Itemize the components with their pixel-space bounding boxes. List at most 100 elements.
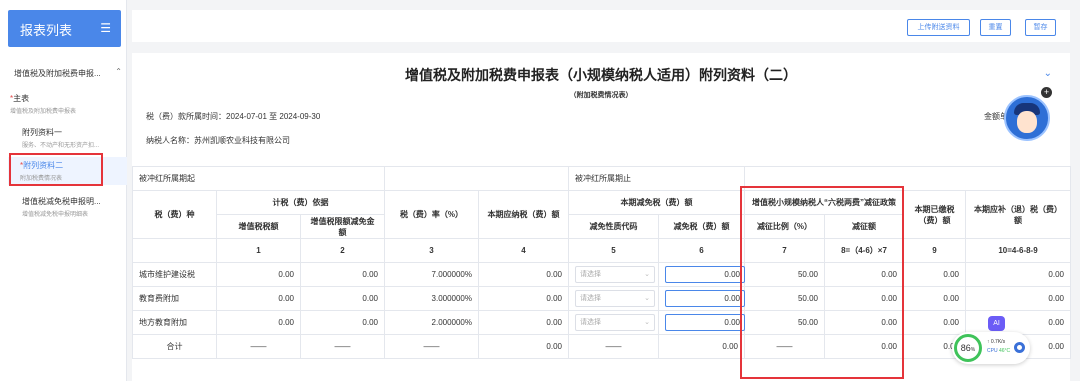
sidebar-item-sublabel: 服务、不动产和无形资产扣... xyxy=(22,143,100,149)
table-row: 教育费附加 0.00 0.00 3.000000% 0.00 请选择 ⌄ 0.00… xyxy=(132,286,1071,311)
payable-amount: 0.00 xyxy=(478,310,569,335)
header-relief: 本期减免税（费）额 xyxy=(568,190,745,215)
vat-amount: 0.00 xyxy=(216,262,301,287)
chevron-down-icon[interactable]: ⌄ xyxy=(1044,68,1052,79)
cpu-temp: 46°C xyxy=(998,348,1011,354)
header-tax-type: 税（费）种 xyxy=(132,190,217,239)
total-label: 合计 xyxy=(132,334,217,359)
tax-rate: 3.000000% xyxy=(384,286,479,311)
relief-amount-input[interactable]: 0.00 xyxy=(665,266,745,283)
upload-attachments-button[interactable]: 上传附送资料 xyxy=(907,19,970,36)
sidebar-item-sublabel: 增值税减免税申报明细表 xyxy=(22,212,89,218)
empty-dash: —— xyxy=(568,334,659,359)
plus-icon[interactable]: + xyxy=(1041,87,1052,98)
offset-start-label: 被冲红所属期起 xyxy=(132,166,385,191)
perf-unit: % xyxy=(970,347,976,353)
header-row-1: 税（费）种 计税（费）依据 税（费）率（%） 本期应纳税（费）额 本期减免税（费… xyxy=(132,190,1071,239)
ai-assistant-button[interactable]: AI xyxy=(988,316,1005,331)
mascot-face xyxy=(1017,111,1037,133)
col-number: 3 xyxy=(384,238,479,263)
relief-amount-input[interactable]: 0.00 xyxy=(665,314,745,331)
vat-deduct-amount: 0.00 xyxy=(300,262,385,287)
report-group-toggle[interactable]: 增值税及附加税费申报... ⌃ xyxy=(14,68,124,79)
surcharge-table: 被冲红所属期起 被冲红所属期止 税（费）种 计税（费）依据 税（费）率（%） 本… xyxy=(132,166,1071,359)
col-number: 9 xyxy=(903,238,966,263)
total-row: 合计 —— —— —— 0.00 —— 0.00 —— 0.00 0.00 0.… xyxy=(132,334,1071,359)
header-relief-amount: 减免税（费）额 xyxy=(658,214,745,239)
chevron-down-icon: ⌄ xyxy=(644,295,650,302)
empty-dash: —— xyxy=(384,334,479,359)
vat-amount: 0.00 xyxy=(216,310,301,335)
perf-value: 86 xyxy=(960,343,971,353)
header-rate: 税（费）率（%） xyxy=(384,190,479,239)
sidebar-item-attachment-1[interactable]: 附列资料一 服务、不动产和无形资产扣... xyxy=(10,127,122,149)
sidebar-item-sublabel: 增值税及附加税费申报表 xyxy=(10,109,77,115)
report-list-title: 报表列表 xyxy=(20,23,73,38)
empty-dash: —— xyxy=(216,334,301,359)
tax-type-name: 地方教育附加 xyxy=(132,310,217,335)
offset-end-label: 被冲红所属期止 xyxy=(568,166,745,191)
memory-usage-ring: 86% xyxy=(954,334,982,362)
due-amount: 0.00 xyxy=(965,286,1071,311)
form-title: 增值税及附加税费申报表（小规模纳税人适用）附列资料（二） xyxy=(405,67,797,83)
highlight-box-sidebar xyxy=(9,153,103,186)
table-row: 城市维护建设税 0.00 0.00 7.000000% 0.00 请选择 ⌄ 0.… xyxy=(132,262,1071,287)
assistant-mascot-avatar[interactable] xyxy=(1004,95,1050,141)
tax-rate: 7.000000% xyxy=(384,262,479,287)
paid-amount: 0.00 xyxy=(903,310,966,335)
payable-amount: 0.00 xyxy=(478,262,569,287)
sidebar-item-label: 主表 xyxy=(13,94,30,103)
relief-code-select[interactable]: 请选择 ⌄ xyxy=(575,266,655,283)
perf-stats: ↑ 0.7K/s CPU 46°C xyxy=(987,339,1011,354)
sidebar-item-vat-relief[interactable]: 增值税减免税申报明... 增值税减免税申报明细表 xyxy=(10,196,122,218)
header-paid: 本期已缴税（费）额 xyxy=(903,190,966,239)
empty-dash: —— xyxy=(300,334,385,359)
col-number: 10=4-6-8-9 xyxy=(965,238,1071,263)
header-vat: 增值税税额 xyxy=(216,214,301,239)
payable-amount: 0.00 xyxy=(478,286,569,311)
relief-code-select[interactable]: 请选择 ⌄ xyxy=(575,290,655,307)
col-number: 2 xyxy=(300,238,385,263)
select-placeholder: 请选择 xyxy=(580,271,601,278)
sidebar-item-label: 附列资料一 xyxy=(22,128,62,137)
cpu-label: CPU xyxy=(987,348,998,354)
vat-amount: 0.00 xyxy=(216,286,301,311)
report-group-title: 增值税及附加税费申报... xyxy=(14,69,101,78)
tax-type-name: 教育费附加 xyxy=(132,286,217,311)
vat-deduct-amount: 0.00 xyxy=(300,286,385,311)
report-list-sidebar: 报表列表 ☰ 增值税及附加税费申报... ⌃ *主表 增值税及附加税费申报表 附… xyxy=(0,0,127,381)
header-vat-deduct: 增值税限额减免金额 xyxy=(300,214,385,239)
save-draft-button[interactable]: 暂存 xyxy=(1025,19,1056,36)
reset-button[interactable]: 重置 xyxy=(980,19,1011,36)
relief-code-select[interactable]: 请选择 ⌄ xyxy=(575,314,655,331)
chevron-down-icon: ⌄ xyxy=(644,271,650,278)
tax-type-name: 城市维护建设税 xyxy=(132,262,217,287)
relief-amount-input[interactable]: 0.00 xyxy=(665,290,745,307)
column-number-row: 1 2 3 4 5 6 7 8=（4-6）×7 9 10=4-6-8-9 xyxy=(132,238,1071,263)
tax-period: 税（费）款所属时间：2024-07-01 至 2024-09-30 xyxy=(146,112,321,121)
header-payable: 本期应纳税（费）额 xyxy=(478,190,569,239)
select-placeholder: 请选择 xyxy=(580,295,601,302)
chevron-down-icon: ⌄ xyxy=(644,319,650,326)
form-subtitle: （附加税费情况表） xyxy=(569,92,633,99)
header-basis: 计税（费）依据 xyxy=(216,190,385,215)
col-number: 4 xyxy=(478,238,569,263)
sidebar-item-main-form[interactable]: *主表 增值税及附加税费申报表 xyxy=(10,93,122,115)
offset-period-row: 被冲红所属期起 被冲红所属期止 xyxy=(132,166,1071,191)
total-payable: 0.00 xyxy=(478,334,569,359)
vat-deduct-amount: 0.00 xyxy=(300,310,385,335)
menu-icon[interactable]: ☰ xyxy=(100,21,111,35)
header-relief-code: 减免性质代码 xyxy=(568,214,659,239)
header-due: 本期应补（退）税（费）额 xyxy=(965,190,1071,239)
col-number: 5 xyxy=(568,238,659,263)
highlight-box-six-tax xyxy=(740,186,904,379)
performance-monitor[interactable]: 86% ↑ 0.7K/s CPU 46°C xyxy=(952,332,1030,364)
total-relief: 0.00 xyxy=(658,334,745,359)
table-row: 地方教育附加 0.00 0.00 2.000000% 0.00 请选择 ⌄ 0.0… xyxy=(132,310,1071,335)
taxpayer-name: 纳税人名称：苏州凯顺农业科技有限公司 xyxy=(146,136,290,145)
chevron-up-icon: ⌃ xyxy=(115,68,122,76)
due-amount: 0.00 xyxy=(965,262,1071,287)
monitor-dot-icon xyxy=(1014,342,1025,353)
net-speed: 0.7K/s xyxy=(990,339,1006,345)
tax-rate: 2.000000% xyxy=(384,310,479,335)
